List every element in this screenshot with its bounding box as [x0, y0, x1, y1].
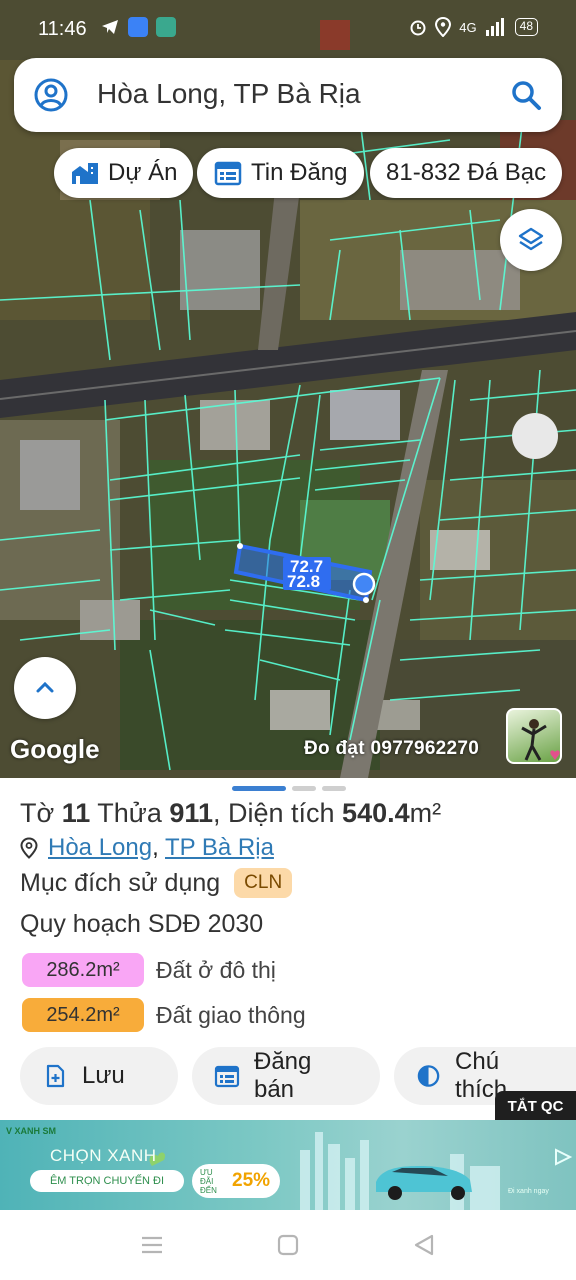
layers-icon	[518, 227, 544, 251]
chip-tin-dang[interactable]: Tin Đăng	[197, 148, 364, 198]
ad-promo-badge: ƯU ĐÃI ĐẾN 25%	[192, 1164, 280, 1198]
chip-location-code[interactable]: 81-832 Đá Bạc	[370, 148, 563, 198]
ad-banner[interactable]: V XANH SM CHỌN XANH ÊM TRỌN CHUYẾN ĐI ƯU…	[0, 1120, 576, 1210]
calendar-icon	[214, 161, 242, 186]
search-input[interactable]: Hòa Long, TP Bà Rịa	[97, 78, 361, 110]
zone-label: Đất giao thông	[156, 1001, 306, 1028]
status-bar: 11:46 4G 48	[0, 0, 576, 56]
legend-icon	[417, 1065, 440, 1087]
app-icon	[156, 17, 176, 37]
ward-link[interactable]: Hòa Long	[48, 834, 152, 861]
location-icon	[435, 17, 452, 37]
chip-du-an[interactable]: Dự Án	[54, 148, 194, 198]
recent-apps-icon[interactable]	[140, 1234, 164, 1256]
status-time: 11:46	[38, 18, 87, 40]
zone-row: 286.2m² Đất ở đô thị	[22, 953, 276, 987]
close-ad-button[interactable]: TẮT QC	[495, 1091, 576, 1121]
chip-location-code-label: 81-832 Đá Bạc	[386, 159, 547, 186]
parcel-location: Hòa Long, TP Bà Rịa	[20, 834, 274, 862]
chip-tin-dang-label: Tin Đăng	[251, 159, 348, 186]
planning-title: Quy hoạch SDĐ 2030	[20, 910, 264, 938]
zone-label: Đất ở đô thị	[156, 956, 276, 983]
chevron-up-icon	[36, 681, 54, 693]
alarm-icon	[410, 20, 426, 36]
home-icon[interactable]	[276, 1234, 300, 1256]
zone-area: 286.2m²	[22, 953, 144, 987]
status-indicators: 4G 48	[409, 17, 538, 37]
layers-button[interactable]	[500, 209, 562, 271]
post-icon	[214, 1065, 240, 1088]
location-pin-icon	[20, 837, 38, 859]
city-icon	[72, 163, 98, 184]
save-button[interactable]: Lưu	[20, 1047, 178, 1105]
search-bar[interactable]: Hòa Long, TP Bà Rịa	[14, 58, 562, 132]
land-use-purpose: Mục đích sử dụng CLN	[20, 868, 293, 898]
battery-level: 48	[514, 18, 538, 36]
person-photo-icon	[521, 719, 560, 761]
ad-subline: ÊM TRỌN CHUYẾN ĐI	[30, 1170, 184, 1192]
system-nav-bar	[0, 1210, 576, 1280]
parcel-edge-label-bottom: 72.8	[287, 572, 320, 591]
action-bar: Lưu Đăng bán Chú thích	[0, 1047, 576, 1105]
promo-thumbnail[interactable]	[506, 708, 562, 764]
search-icon[interactable]	[510, 79, 542, 111]
zone-area: 254.2m²	[22, 998, 144, 1032]
telegram-icon	[102, 20, 118, 34]
chip-du-an-label: Dự Án	[108, 159, 178, 186]
expand-up-button[interactable]	[14, 657, 76, 719]
map-view[interactable]: 72.7 72.8 11:46 4G 48 Hòa Long, TP Bà Rị…	[0, 0, 576, 778]
ad-headline: CHỌN XANH	[50, 1146, 157, 1165]
my-location-icon	[352, 572, 376, 596]
network-type: 4G	[459, 19, 477, 35]
parcel-area: 540.4	[342, 798, 410, 828]
save-icon	[46, 1064, 65, 1088]
ad-brand: V XANH SM	[6, 1126, 57, 1136]
map-drag-handle[interactable]	[512, 413, 558, 459]
city-link[interactable]: TP Bà Rịa	[165, 834, 274, 861]
google-logo: Google	[10, 734, 100, 764]
sheet-number: 11	[61, 798, 91, 828]
sheet-pager[interactable]	[232, 786, 346, 791]
plot-number: 911	[169, 798, 213, 828]
land-use-badge: CLN	[234, 868, 293, 898]
back-icon[interactable]	[412, 1234, 436, 1256]
zone-row: 254.2m² Đất giao thông	[22, 998, 306, 1032]
post-listing-button[interactable]: Đăng bán	[192, 1047, 380, 1105]
app-icon	[128, 17, 148, 37]
survey-credit: Đo đạt 0977962270	[304, 738, 480, 759]
notification-icons	[100, 17, 176, 37]
ad-cta[interactable]: Đi xanh ngay	[508, 1188, 549, 1195]
account-icon[interactable]	[34, 78, 68, 112]
parcel-title: Tờ 11 Thửa 911, Diện tích 540.4m²	[20, 798, 442, 828]
signal-icon	[485, 18, 504, 36]
